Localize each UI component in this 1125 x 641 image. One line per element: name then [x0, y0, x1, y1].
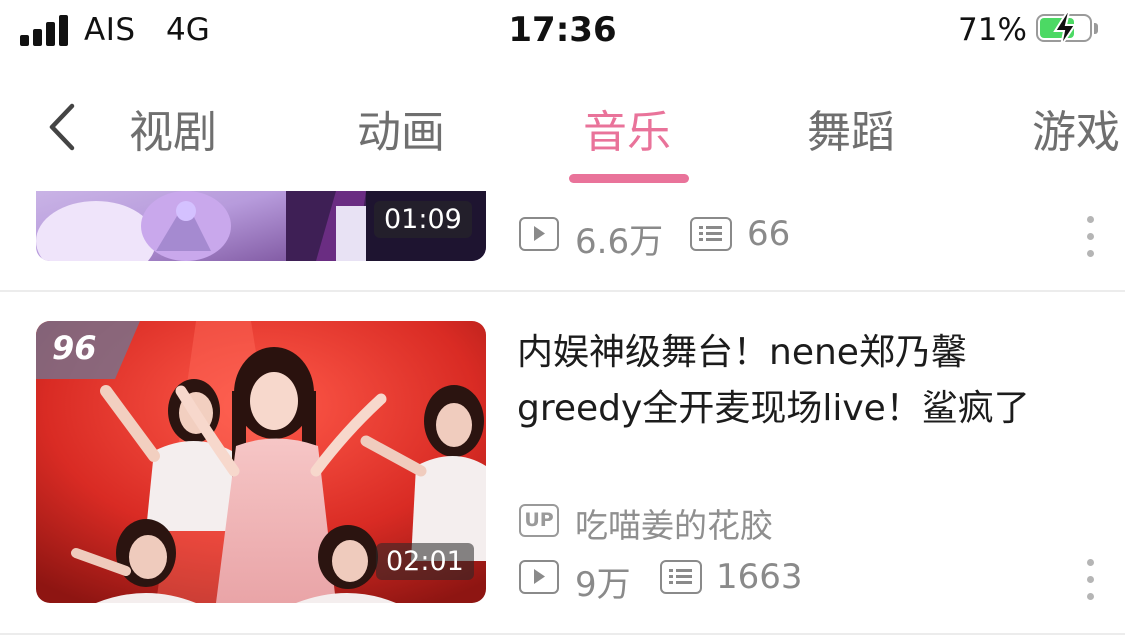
video-duration: 01:09 [374, 201, 472, 238]
active-tab-indicator [569, 174, 689, 183]
battery-charging-icon [1036, 11, 1098, 47]
play-icon [519, 560, 559, 594]
danmaku-icon [660, 560, 702, 594]
divider [0, 633, 1125, 635]
score-value: 96 [52, 329, 97, 367]
video-title-line: 内娱神级舞台！nene郑乃馨 [517, 332, 967, 373]
status-bar: AIS 4G 17:36 71% [0, 0, 1125, 66]
tab-tv-series[interactable]: 视剧 [129, 96, 217, 160]
status-time: 17:36 [508, 10, 617, 50]
tab-animation[interactable]: 动画 [357, 96, 445, 160]
video-thumbnail[interactable]: 96 02:01 [36, 321, 486, 603]
more-vertical-icon[interactable] [1084, 559, 1096, 605]
view-count: 9万 [575, 565, 631, 605]
up-badge: UP [519, 504, 559, 537]
tab-dance[interactable]: 舞蹈 [807, 96, 895, 160]
tab-music[interactable]: 音乐 [583, 96, 671, 160]
more-vertical-icon[interactable] [1084, 216, 1096, 262]
tab-games[interactable]: 游戏 [1032, 96, 1120, 160]
view-count: 6.6万 [575, 222, 664, 262]
video-title-line: greedy全开麦现场live！鲨疯了 [517, 388, 1030, 429]
comment-count: 66 [747, 214, 791, 254]
uploader-name[interactable]: 吃喵姜的花胶 [575, 499, 773, 547]
video-thumbnail[interactable]: 01:09 [36, 191, 486, 261]
back-button[interactable] [42, 100, 82, 154]
play-icon [519, 217, 559, 251]
video-feed[interactable]: 01:09 6.6万 66 96 02:01 内娱神级舞台！nene郑乃馨 gr… [0, 191, 1125, 641]
comment-count: 1663 [716, 557, 803, 597]
divider [0, 290, 1125, 292]
battery-percentage: 71% [958, 12, 1027, 48]
video-title[interactable]: 内娱神级舞台！nene郑乃馨 greedy全开麦现场live！鲨疯了 [517, 325, 1097, 437]
video-duration: 02:01 [376, 543, 474, 580]
chevron-left-icon [49, 103, 75, 151]
danmaku-icon [690, 217, 732, 251]
